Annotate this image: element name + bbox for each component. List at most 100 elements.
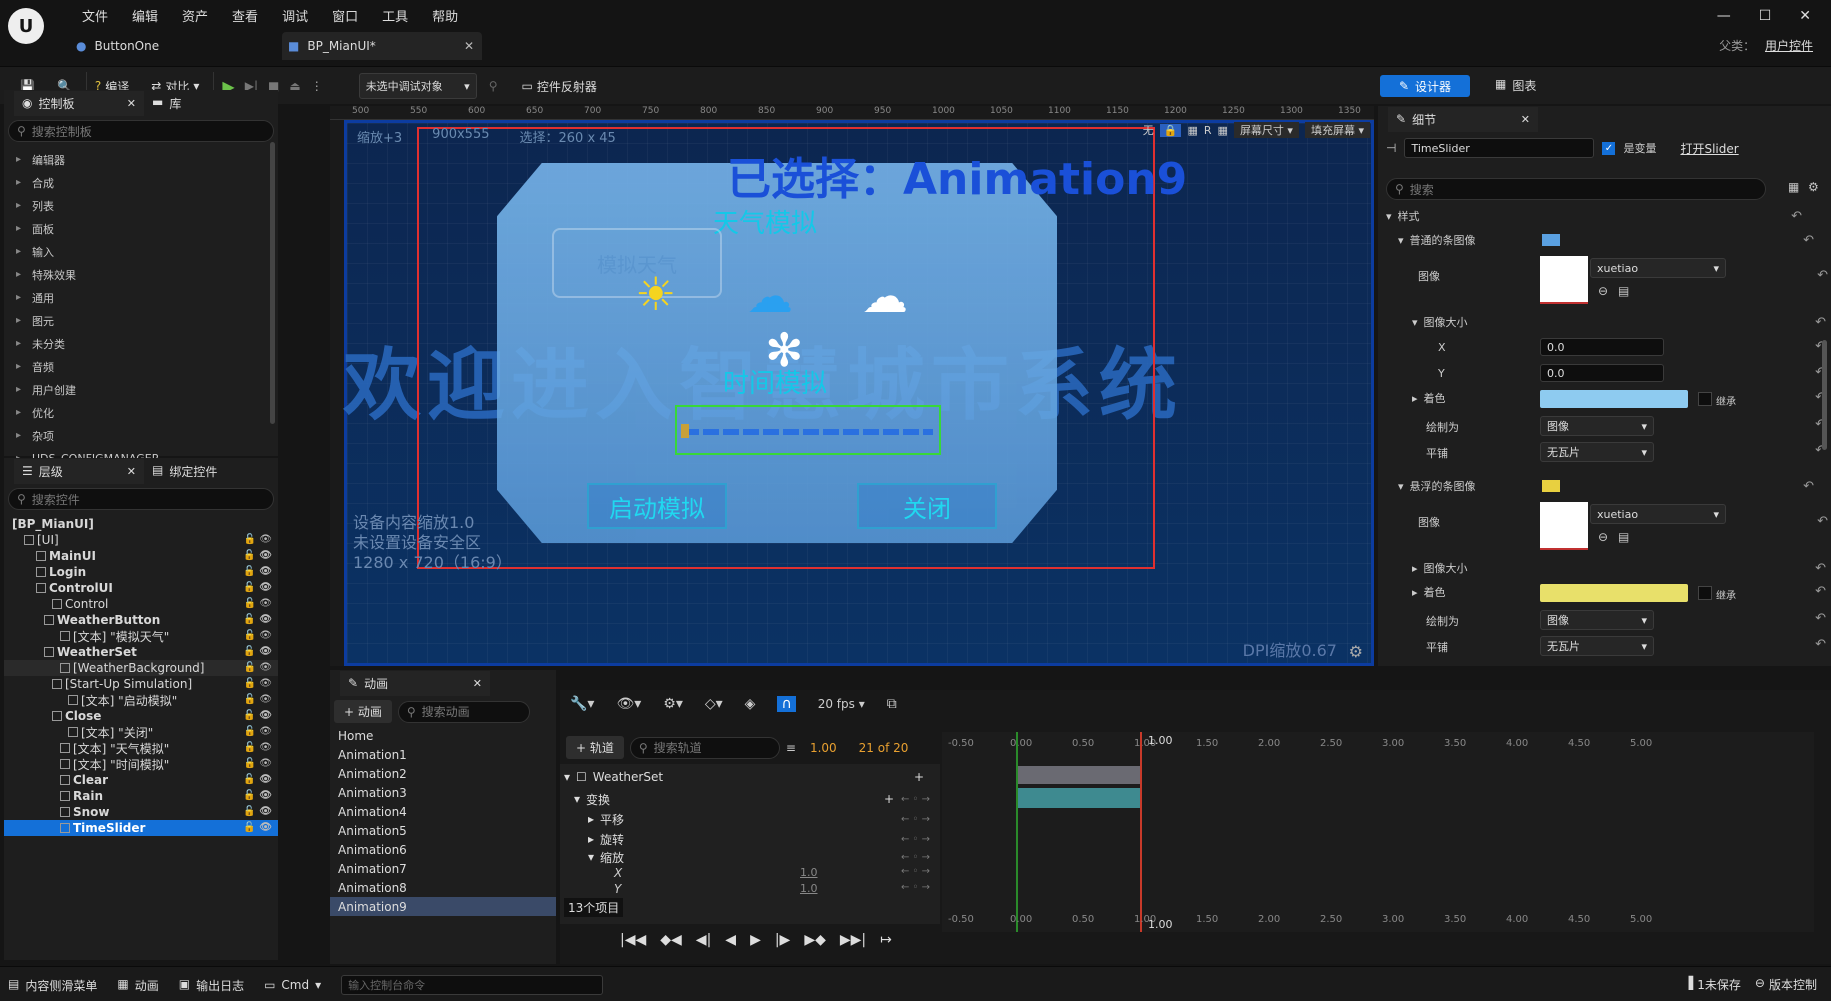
slider-handle[interactable] <box>681 424 689 438</box>
to-end-icon[interactable]: ▶▶| <box>840 932 866 948</box>
use-asset-icon[interactable]: ⊖ <box>1598 284 1608 298</box>
key-nav-icon[interactable]: ← ◦ → <box>901 814 930 825</box>
image-size-row[interactable]: ▾ 图像大小 ↶ <box>1412 312 1826 332</box>
add-icon[interactable]: + <box>914 770 924 784</box>
palette-category[interactable]: 列表 <box>4 194 268 217</box>
hover-image-thumbnail[interactable] <box>1540 502 1588 550</box>
animation-item[interactable]: Animation4 <box>330 802 556 821</box>
hierarchy-item[interactable]: Clear 🔓 👁 <box>4 772 278 788</box>
dpi-settings-icon[interactable]: ⚙ <box>1349 642 1363 661</box>
animation-item[interactable]: Animation9 <box>330 897 556 916</box>
lock-visibility-icon[interactable]: 🔓 👁 <box>244 758 272 769</box>
play-icon[interactable]: ▶ <box>750 932 761 948</box>
hierarchy-item[interactable]: TimeSlider 🔓 👁 <box>4 820 278 836</box>
autokey-icon[interactable]: ◈ <box>745 696 756 712</box>
menu-debug[interactable]: 调试 <box>270 6 320 25</box>
track-translate[interactable]: ▸ 平移 ← ◦ → <box>588 810 934 828</box>
debug-object-select[interactable]: 未选中调试对象 ▾ <box>358 73 477 99</box>
lock-visibility-icon[interactable]: 🔓 👁 <box>244 726 272 737</box>
hierarchy-item[interactable]: Snow 🔓 👁 <box>4 804 278 820</box>
reset-icon[interactable]: ↶ <box>1815 637 1826 652</box>
animation-item[interactable]: Animation6 <box>330 840 556 859</box>
hover-image-asset-select[interactable]: xuetiao ▾ <box>1590 504 1726 524</box>
animation-search-input[interactable]: ⚲ 搜索动画 <box>397 700 530 723</box>
step-forward-icon[interactable]: |▶ <box>775 932 790 948</box>
palette-category[interactable]: 编辑器 <box>4 148 268 171</box>
details-search-input[interactable]: ⚲ 搜索 <box>1386 178 1766 200</box>
section-bar[interactable] <box>1016 766 1140 784</box>
details-tab[interactable]: ✎ 细节 ✕ <box>1388 106 1538 132</box>
hierarchy-item[interactable]: [文本] "时间模拟" 🔓 👁 <box>4 756 278 772</box>
hover-tint-color-swatch[interactable] <box>1540 584 1688 602</box>
lock-visibility-icon[interactable]: 🔓 👁 <box>243 550 272 561</box>
step-back-icon[interactable]: ◀| <box>696 932 711 948</box>
graph-button[interactable]: ▦ 图表 <box>1495 77 1536 94</box>
scale-y-field[interactable]: 1.0 <box>800 882 818 895</box>
image-size-x-field[interactable]: 0.0 <box>1540 338 1664 356</box>
cmd-select[interactable]: ▭ Cmd ▾ <box>264 978 321 992</box>
track-weatherset[interactable]: ▾ ☐ WeatherSet + <box>564 768 934 786</box>
gear-icon[interactable]: ⚙▾ <box>663 696 683 712</box>
layout-icon[interactable]: ▦ <box>1187 124 1197 137</box>
animation-item[interactable]: Animation3 <box>330 783 556 802</box>
prev-key-icon[interactable]: ◆◀ <box>660 932 682 948</box>
reset-icon[interactable]: ↶ <box>1803 479 1814 494</box>
menu-file[interactable]: 文件 <box>70 6 120 25</box>
snow-cloud-icon[interactable]: ☁ <box>862 269 908 323</box>
console-input[interactable]: 输入控制台命令 <box>341 975 604 995</box>
hierarchy-item[interactable]: [文本] "模拟天气" 🔓 👁 <box>4 628 278 644</box>
hierarchy-item[interactable]: [文本] "启动模拟" 🔓 👁 <box>4 692 278 708</box>
lock-visibility-icon[interactable]: 🔓 👁 <box>243 774 272 785</box>
lock-visibility-icon[interactable]: 🔓 👁 <box>243 566 272 577</box>
animation-item[interactable]: Animation5 <box>330 821 556 840</box>
track-scale[interactable]: ▾ 缩放 ← ◦ → <box>588 848 934 866</box>
details-scrollbar[interactable] <box>1822 340 1827 450</box>
curve-editor-icon[interactable]: ⧉ <box>887 696 897 712</box>
reset-icon[interactable]: ↶ <box>1803 233 1814 248</box>
widget-name-field[interactable]: TimeSlider <box>1404 138 1595 158</box>
palette-category[interactable]: 面板 <box>4 217 268 240</box>
inherit-checkbox[interactable] <box>1698 392 1712 406</box>
widget-reflector-button[interactable]: ▭ 控件反射器 <box>513 72 604 100</box>
lock-visibility-icon[interactable]: 🔓 👁 <box>244 598 272 609</box>
key-nav-icon[interactable]: ← ◦ → <box>901 794 930 805</box>
rain-cloud-icon[interactable]: ☁ <box>747 269 793 323</box>
unsaved-button[interactable]: ▐ 1未保存 <box>1684 976 1741 993</box>
menu-view[interactable]: 查看 <box>220 6 270 25</box>
is-variable-checkbox[interactable]: ✓ <box>1602 141 1616 155</box>
lock-visibility-icon[interactable]: 🔓 👁 <box>243 790 272 801</box>
track-rotate[interactable]: ▸ 旋转 ← ◦ → <box>588 830 934 848</box>
draw-as-select[interactable]: 图像 ▾ <box>1540 416 1654 436</box>
key-nav-icon[interactable]: ← ◦ → <box>901 882 930 893</box>
hierarchy-item[interactable]: Login 🔓 👁 <box>4 564 278 580</box>
palette-category[interactable]: 通用 <box>4 286 268 309</box>
tint-color-swatch[interactable] <box>1540 390 1688 408</box>
hover-tiling-select[interactable]: 无瓦片 ▾ <box>1540 636 1654 656</box>
reset-icon[interactable]: ↶ <box>1815 611 1826 626</box>
palette-category[interactable]: 输入 <box>4 240 268 263</box>
close-tab-icon[interactable]: ✕ <box>127 97 136 110</box>
parent-class-link[interactable]: 用户控件 <box>1765 39 1813 53</box>
tab-buttonone[interactable]: ● ButtonOne <box>70 32 280 60</box>
hierarchy-item[interactable]: [Start-Up Simulation] 🔓 👁 <box>4 676 278 692</box>
eye-icon[interactable]: 👁▾ <box>616 696 641 712</box>
lock-visibility-icon[interactable]: 🔓 👁 <box>244 662 272 673</box>
animation-item[interactable]: Home <box>330 726 556 745</box>
reset-icon[interactable]: ↶ <box>1817 268 1828 283</box>
palette-scrollbar[interactable] <box>270 142 275 424</box>
lock-icon[interactable]: 🔒 <box>1159 123 1182 137</box>
time-slider[interactable] <box>675 405 941 455</box>
lock-visibility-icon[interactable]: 🔓 👁 <box>244 678 272 689</box>
palette-category[interactable]: 优化 <box>4 401 268 424</box>
animations-tab[interactable]: ✎ 动画 ✕ <box>340 670 490 696</box>
hover-image-size-row[interactable]: ▸ 图像大小 ↶ <box>1412 558 1826 578</box>
reset-icon[interactable]: ↶ <box>1791 209 1802 224</box>
key-icon[interactable]: ◇▾ <box>705 696 723 712</box>
snap-icon[interactable]: ∩ <box>777 696 796 712</box>
menu-edit[interactable]: 编辑 <box>120 6 170 25</box>
content-drawer-button[interactable]: ▤ 内容侧滑菜单 <box>8 977 97 994</box>
lock-visibility-icon[interactable]: 🔓 👁 <box>244 742 272 753</box>
tab-bp-mianui[interactable]: ■ BP_MianUI* ✕ <box>282 32 482 60</box>
use-asset-icon[interactable]: ⊖ <box>1598 530 1608 544</box>
output-log-button[interactable]: ▣ 输出日志 <box>179 977 244 994</box>
